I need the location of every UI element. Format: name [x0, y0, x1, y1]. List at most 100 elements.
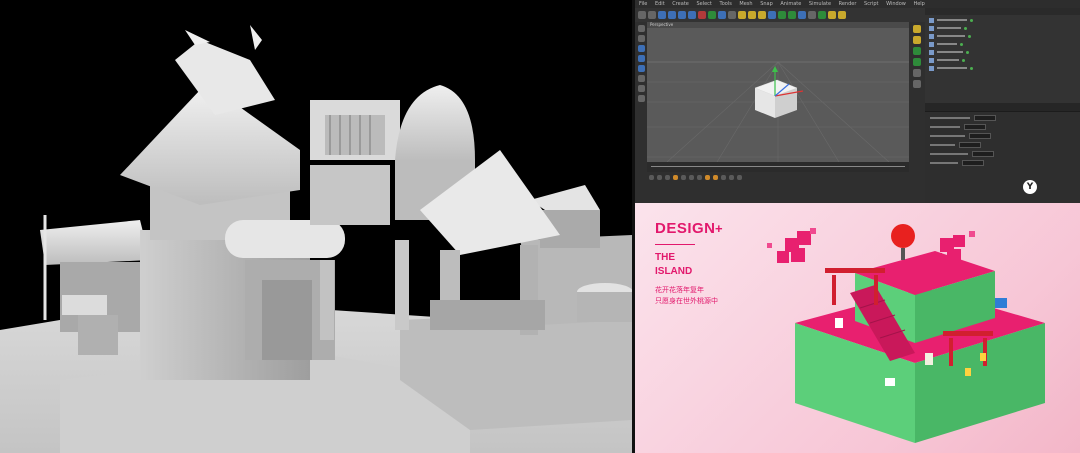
menu-item-file[interactable]: File — [639, 1, 647, 7]
key-position-icon[interactable] — [721, 175, 726, 180]
object-row[interactable] — [929, 17, 1076, 23]
perspective-viewport[interactable]: Perspective — [647, 22, 909, 162]
scale-icon[interactable] — [678, 11, 686, 19]
redo-icon[interactable] — [648, 11, 656, 19]
3d-app-window: File Edit Create Select Tools Mesh Snap … — [635, 0, 1080, 203]
poster-plus: + — [715, 221, 723, 236]
attribute-field[interactable] — [972, 151, 994, 157]
polygon-mode-icon[interactable] — [637, 65, 645, 72]
attribute-row[interactable] — [930, 115, 1075, 121]
previous-key-icon[interactable] — [657, 175, 662, 180]
object-row[interactable] — [929, 49, 1076, 55]
visibility-dot[interactable] — [970, 18, 973, 22]
nurbs-icon[interactable] — [788, 11, 796, 19]
array-icon[interactable] — [798, 11, 806, 19]
visibility-dot[interactable] — [964, 26, 967, 30]
render-settings-icon[interactable] — [758, 11, 766, 19]
go-to-start-icon[interactable] — [649, 175, 654, 180]
undo-icon[interactable] — [638, 11, 646, 19]
attribute-row[interactable] — [930, 151, 1075, 157]
key-scale-icon[interactable] — [737, 175, 742, 180]
auto-key-icon[interactable] — [713, 175, 718, 180]
floor-icon[interactable] — [818, 11, 826, 19]
coordinate-icon[interactable] — [728, 11, 736, 19]
play-icon[interactable] — [673, 175, 678, 180]
attribute-row[interactable] — [930, 133, 1075, 139]
texture-mode-icon[interactable] — [637, 35, 645, 42]
menu-item-create[interactable]: Create — [672, 1, 689, 7]
record-key-icon[interactable] — [705, 175, 710, 180]
next-frame-icon[interactable] — [681, 175, 686, 180]
playback-controls — [649, 175, 849, 181]
object-row[interactable] — [929, 65, 1076, 71]
spline-icon[interactable] — [778, 11, 786, 19]
edge-mode-icon[interactable] — [637, 55, 645, 62]
structure-icon[interactable] — [913, 47, 921, 55]
object-panel-icon[interactable] — [913, 25, 921, 33]
object-manager — [925, 8, 1080, 103]
lock-icon[interactable] — [637, 95, 645, 102]
menu-item-animate[interactable]: Animate — [780, 1, 801, 7]
visibility-dot[interactable] — [970, 66, 973, 70]
object-row[interactable] — [929, 33, 1076, 39]
visibility-dot[interactable] — [960, 42, 963, 46]
menu-item-window[interactable]: Window — [886, 1, 906, 7]
content-browser-icon[interactable] — [913, 36, 921, 44]
attribute-manager — [925, 103, 1080, 203]
render-view-icon[interactable] — [738, 11, 746, 19]
visibility-dot[interactable] — [962, 58, 965, 62]
menu-bar: File Edit Create Select Tools Mesh Snap … — [635, 0, 1080, 8]
select-icon[interactable] — [658, 11, 666, 19]
y-axis-icon[interactable] — [708, 11, 716, 19]
move-icon[interactable] — [668, 11, 676, 19]
object-icon — [929, 65, 934, 71]
model-mode-icon[interactable] — [637, 25, 645, 32]
attribute-row[interactable] — [930, 142, 1075, 148]
deformer-icon[interactable] — [808, 11, 816, 19]
menu-item-simulate[interactable]: Simulate — [809, 1, 831, 7]
previous-frame-icon[interactable] — [665, 175, 670, 180]
attribute-row[interactable] — [930, 124, 1075, 130]
attribute-field[interactable] — [969, 133, 991, 139]
render-picture-icon[interactable] — [748, 11, 756, 19]
x-axis-icon[interactable] — [698, 11, 706, 19]
poster-title: DESIGN — [655, 220, 716, 237]
go-to-end-icon[interactable] — [697, 175, 702, 180]
menu-item-select[interactable]: Select — [696, 1, 711, 7]
attribute-icon[interactable] — [913, 69, 921, 77]
z-axis-icon[interactable] — [718, 11, 726, 19]
camera-icon[interactable] — [828, 11, 836, 19]
visibility-dot[interactable] — [968, 34, 971, 38]
object-row[interactable] — [929, 57, 1076, 63]
playback-bar — [635, 172, 925, 203]
attribute-field[interactable] — [962, 160, 984, 166]
menu-item-snap[interactable]: Snap — [760, 1, 773, 7]
visibility-dot[interactable] — [966, 50, 969, 54]
attribute-row[interactable] — [930, 160, 1075, 166]
menu-item-render[interactable]: Render — [839, 1, 857, 7]
menu-item-tools[interactable]: Tools — [720, 1, 732, 7]
cube-icon[interactable] — [768, 11, 776, 19]
layer-icon[interactable] — [913, 58, 921, 66]
menu-item-mesh[interactable]: Mesh — [739, 1, 752, 7]
key-rotation-icon[interactable] — [729, 175, 734, 180]
island-poster: DESIGN + THE ISLAND 花开花落年复年 只愿身在世外桃源中 — [635, 203, 1080, 453]
light-icon[interactable] — [838, 11, 846, 19]
menu-item-help[interactable]: Help — [913, 1, 924, 7]
point-mode-icon[interactable] — [637, 45, 645, 52]
object-row[interactable] — [929, 25, 1076, 31]
attribute-field[interactable] — [964, 124, 986, 130]
snap-icon[interactable] — [637, 75, 645, 82]
attribute-field[interactable] — [974, 115, 996, 121]
workplane-icon[interactable] — [637, 85, 645, 92]
next-key-icon[interactable] — [689, 175, 694, 180]
viewport-scene — [647, 61, 909, 162]
menu-item-edit[interactable]: Edit — [655, 1, 665, 7]
takes-icon[interactable] — [913, 80, 921, 88]
object-row[interactable] — [929, 41, 1076, 47]
timeline[interactable] — [647, 162, 909, 172]
app-logo-icon: Y — [1023, 180, 1037, 194]
menu-item-script[interactable]: Script — [864, 1, 879, 7]
rotate-icon[interactable] — [688, 11, 696, 19]
attribute-field[interactable] — [959, 142, 981, 148]
